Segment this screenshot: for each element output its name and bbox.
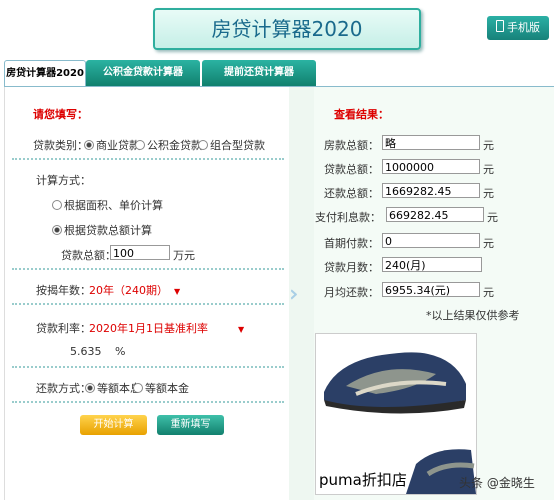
dropdown-arrow-icon: ▼ bbox=[174, 287, 181, 296]
result-loan-total: 1000000 bbox=[382, 159, 480, 174]
loan-total-input[interactable]: 100 bbox=[110, 245, 170, 260]
result-unit: 元 bbox=[483, 187, 494, 200]
result-unit: 元 bbox=[483, 237, 494, 250]
radio-selected-icon bbox=[84, 140, 94, 150]
divider bbox=[12, 303, 284, 305]
loan-type-provident[interactable]: 公积金贷款 bbox=[135, 137, 202, 153]
mobile-version-label: 手机版 bbox=[507, 21, 540, 34]
result-unit: 元 bbox=[487, 211, 498, 224]
result-months: 240(月) bbox=[382, 257, 482, 272]
form-heading: 请您填写： bbox=[33, 108, 88, 121]
result-label-interest: 支付利息款： bbox=[315, 211, 381, 224]
rate-unit: % bbox=[115, 345, 126, 358]
result-note: *以上结果仅供参考 bbox=[426, 309, 520, 322]
result-unit: 元 bbox=[483, 163, 494, 176]
ad-caption: puma折扣店 bbox=[319, 471, 407, 489]
loan-type-combined[interactable]: 组合型贷款 bbox=[198, 137, 265, 153]
loan-total-label: 贷款总额： bbox=[61, 249, 116, 262]
loan-type-commercial[interactable]: 商业贷款 bbox=[84, 137, 140, 153]
page-title: 房贷计算器2020 bbox=[153, 8, 421, 50]
tab-mortgage-calculator[interactable]: 房贷计算器2020 bbox=[4, 60, 86, 87]
result-label-loan-total: 贷款总额： bbox=[324, 163, 379, 176]
result-down-payment: 0 bbox=[382, 233, 480, 248]
radio-icon bbox=[133, 383, 143, 393]
rate-label: 贷款利率： bbox=[36, 322, 91, 335]
result-label-house-total: 房款总额： bbox=[324, 139, 379, 152]
radio-selected-icon bbox=[52, 225, 62, 235]
divider bbox=[12, 401, 284, 403]
result-unit: 元 bbox=[483, 286, 494, 299]
repay-equal-principal[interactable]: 等额本金 bbox=[133, 380, 189, 396]
loan-type-label: 贷款类别： bbox=[33, 139, 88, 152]
result-label-months: 贷款月数： bbox=[324, 261, 379, 274]
repay-label: 还款方式： bbox=[36, 382, 91, 395]
calc-method-area[interactable]: 根据面积、单价计算 bbox=[52, 197, 163, 213]
tab-bar: 房贷计算器2020 公积金贷款计算器 提前还贷计算器 bbox=[4, 60, 554, 87]
phone-icon bbox=[496, 20, 504, 32]
tab-prepayment-calculator[interactable]: 提前还贷计算器 bbox=[202, 60, 316, 86]
tab-provident-fund-calculator[interactable]: 公积金贷款计算器 bbox=[86, 60, 200, 86]
watermark: 头条 @金晓生 bbox=[459, 476, 535, 490]
calc-method-total[interactable]: 根据贷款总额计算 bbox=[52, 222, 152, 238]
dropdown-arrow-icon: ▼ bbox=[238, 325, 245, 334]
radio-icon bbox=[198, 140, 208, 150]
double-arrow-icon: ›› bbox=[289, 282, 297, 307]
result-label-down-payment: 首期付款： bbox=[324, 237, 379, 250]
rate-select[interactable]: 2020年1月1日基准利率 ▼ bbox=[89, 320, 244, 336]
divider bbox=[12, 158, 284, 160]
years-label: 按揭年数： bbox=[36, 284, 91, 297]
rate-input[interactable]: 5.635 bbox=[70, 345, 102, 358]
radio-icon bbox=[135, 140, 145, 150]
result-interest: 669282.45 bbox=[386, 207, 484, 222]
result-monthly: 6955.34(元) bbox=[382, 282, 480, 297]
divider bbox=[12, 366, 284, 368]
years-select[interactable]: 20年（240期） ▼ bbox=[89, 282, 180, 298]
panel-separator bbox=[289, 87, 314, 500]
result-house-total: 略 bbox=[382, 135, 480, 150]
result-label-repay-total: 还款总额： bbox=[324, 187, 379, 200]
calculate-button[interactable]: 开始计算 bbox=[80, 415, 147, 435]
radio-icon bbox=[52, 200, 62, 210]
reset-button[interactable]: 重新填写 bbox=[157, 415, 224, 435]
mobile-version-button[interactable]: 手机版 bbox=[487, 16, 549, 40]
radio-selected-icon bbox=[85, 383, 95, 393]
calc-method-label: 计算方式： bbox=[36, 174, 91, 187]
loan-total-unit: 万元 bbox=[173, 249, 195, 262]
result-repay-total: 1669282.45 bbox=[382, 183, 480, 198]
results-heading: 查看结果： bbox=[334, 108, 389, 121]
divider bbox=[12, 268, 284, 270]
result-unit: 元 bbox=[483, 139, 494, 152]
result-label-monthly: 月均还款： bbox=[324, 286, 379, 299]
